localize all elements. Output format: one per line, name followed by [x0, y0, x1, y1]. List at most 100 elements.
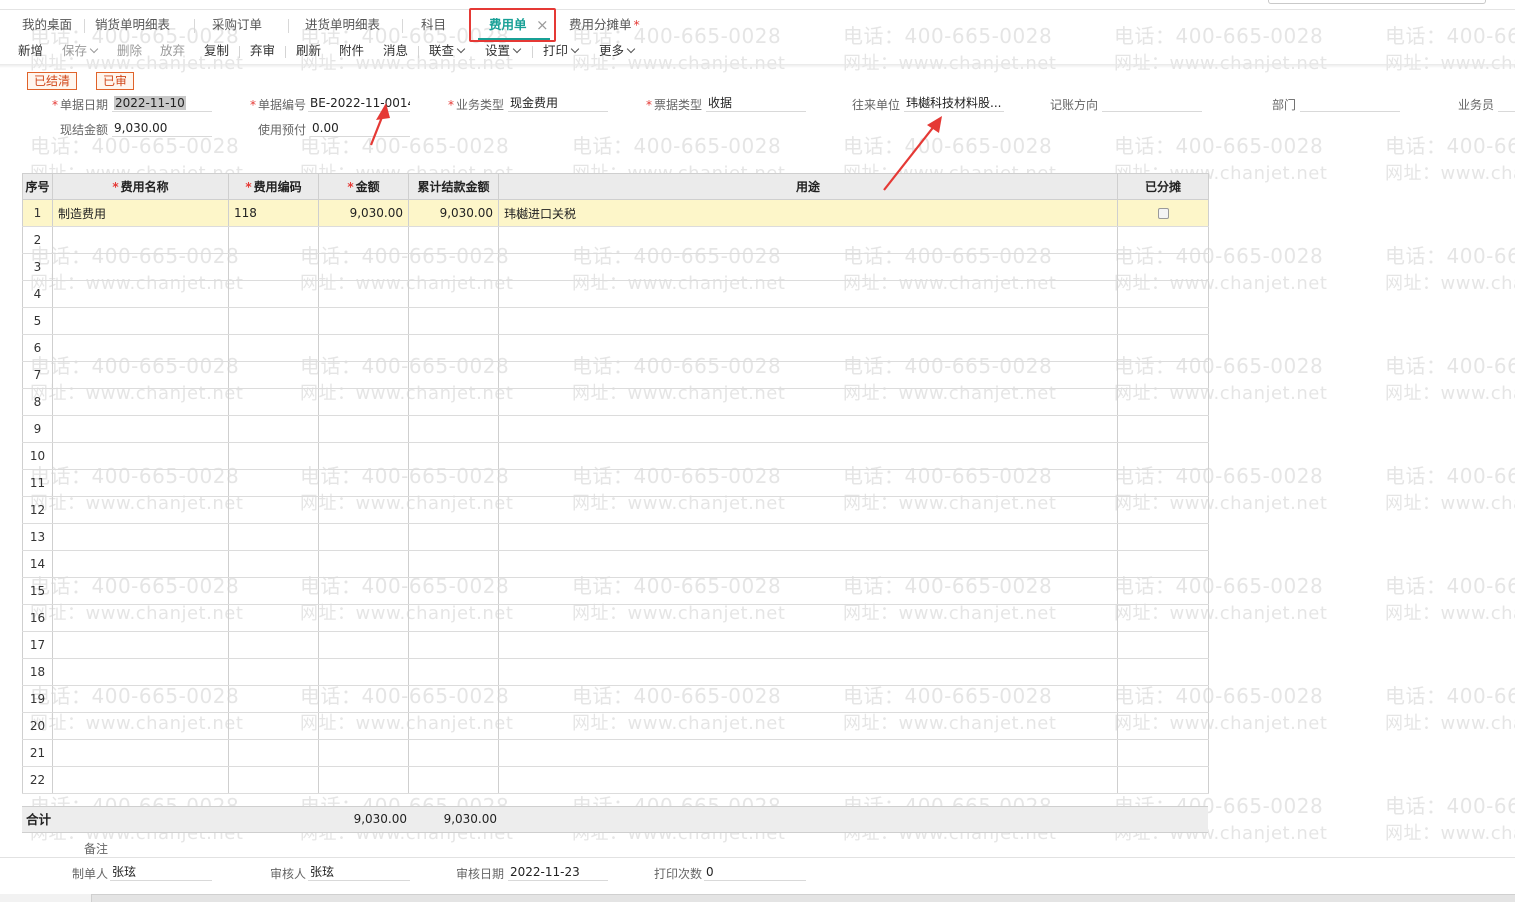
- amount-cell[interactable]: [318, 280, 409, 308]
- expense-name-cell[interactable]: [52, 496, 229, 524]
- settled-amount-cell[interactable]: [408, 388, 499, 416]
- expense-code-cell[interactable]: [228, 712, 319, 740]
- table-row[interactable]: 4: [22, 280, 1209, 308]
- expense-name-cell[interactable]: [52, 469, 229, 497]
- column-header[interactable]: 序号: [22, 173, 53, 200]
- column-header[interactable]: * 费用名称: [52, 173, 229, 200]
- amount-cell[interactable]: [318, 307, 409, 335]
- expense-code-cell[interactable]: [228, 496, 319, 524]
- table-row[interactable]: 3: [22, 253, 1209, 281]
- tab-sales-detail[interactable]: 销货单明细表: [95, 10, 170, 40]
- table-row[interactable]: 9: [22, 415, 1209, 443]
- purpose-cell[interactable]: [498, 658, 1118, 686]
- expense-name-cell[interactable]: [52, 523, 229, 551]
- more-button[interactable]: 更多: [599, 40, 636, 64]
- table-row[interactable]: 8: [22, 388, 1209, 416]
- horizontal-scrollbar[interactable]: [0, 894, 1515, 902]
- purpose-cell[interactable]: [498, 712, 1118, 740]
- purpose-cell[interactable]: [498, 415, 1118, 443]
- expense-name-cell[interactable]: [52, 307, 229, 335]
- expense-code-cell[interactable]: [228, 550, 319, 578]
- expense-name-cell[interactable]: [52, 658, 229, 686]
- expense-name-cell[interactable]: [52, 739, 229, 767]
- amount-cell[interactable]: [318, 739, 409, 767]
- table-row[interactable]: 17: [22, 631, 1209, 659]
- new-button[interactable]: 新增: [18, 40, 43, 64]
- table-row[interactable]: 1 制造费用 118 9,030.00 9,030.00 玮樾进口关税: [22, 199, 1209, 227]
- amount-cell[interactable]: [318, 550, 409, 578]
- expense-code-cell[interactable]: [228, 415, 319, 443]
- table-row[interactable]: 22: [22, 766, 1209, 794]
- refresh-button[interactable]: 刷新: [296, 40, 321, 64]
- table-row[interactable]: 19: [22, 685, 1209, 713]
- expense-name-cell[interactable]: [52, 388, 229, 416]
- settled-amount-cell[interactable]: [408, 226, 499, 254]
- salesperson-field[interactable]: [1498, 94, 1515, 112]
- purpose-cell[interactable]: [498, 334, 1118, 362]
- amount-cell[interactable]: [318, 604, 409, 632]
- amount-cell[interactable]: [318, 361, 409, 389]
- purpose-cell[interactable]: [498, 280, 1118, 308]
- settled-amount-cell[interactable]: [408, 685, 499, 713]
- purpose-cell[interactable]: [498, 496, 1118, 524]
- expense-name-cell[interactable]: [52, 334, 229, 362]
- expense-code-cell[interactable]: [228, 685, 319, 713]
- expense-code-cell[interactable]: 118: [228, 199, 319, 227]
- purpose-cell[interactable]: [498, 739, 1118, 767]
- expense-code-cell[interactable]: [228, 739, 319, 767]
- amount-cell[interactable]: [318, 658, 409, 686]
- expense-code-cell[interactable]: [228, 631, 319, 659]
- copy-button[interactable]: 复制: [204, 40, 229, 64]
- expense-name-cell[interactable]: [52, 226, 229, 254]
- tab-purchase-order[interactable]: 采购订单: [212, 10, 262, 40]
- amount-cell[interactable]: [318, 469, 409, 497]
- column-header[interactable]: 已分摊: [1117, 173, 1209, 200]
- expense-name-cell[interactable]: 制造费用: [52, 199, 229, 227]
- amount-cell[interactable]: [318, 415, 409, 443]
- purpose-cell[interactable]: [498, 469, 1118, 497]
- expense-code-cell[interactable]: [228, 280, 319, 308]
- linked-query-button[interactable]: 联查: [429, 40, 466, 64]
- settled-amount-cell[interactable]: [408, 442, 499, 470]
- settled-amount-cell[interactable]: [408, 307, 499, 335]
- delete-button[interactable]: 删除: [117, 40, 142, 64]
- settings-button[interactable]: 设置: [485, 40, 522, 64]
- expense-name-cell[interactable]: [52, 685, 229, 713]
- settled-amount-cell[interactable]: 9,030.00: [408, 199, 499, 227]
- column-header[interactable]: * 金额: [318, 173, 409, 200]
- column-header[interactable]: 用途: [498, 173, 1118, 200]
- business-type-field[interactable]: 现金费用: [508, 94, 608, 112]
- expense-name-cell[interactable]: [52, 253, 229, 281]
- expense-code-cell[interactable]: [228, 307, 319, 335]
- table-row[interactable]: 11: [22, 469, 1209, 497]
- settled-amount-cell[interactable]: [408, 604, 499, 632]
- purpose-cell[interactable]: [498, 253, 1118, 281]
- use-prepayment-field[interactable]: 0.00: [310, 119, 410, 137]
- expense-code-cell[interactable]: [228, 361, 319, 389]
- settled-amount-cell[interactable]: [408, 280, 499, 308]
- purpose-cell[interactable]: [498, 442, 1118, 470]
- table-row[interactable]: 13: [22, 523, 1209, 551]
- settled-amount-cell[interactable]: [408, 334, 499, 362]
- table-row[interactable]: 14: [22, 550, 1209, 578]
- amount-cell[interactable]: [318, 334, 409, 362]
- print-button[interactable]: 打印: [543, 40, 580, 64]
- purpose-cell[interactable]: [498, 685, 1118, 713]
- invoice-type-field[interactable]: 收据: [706, 94, 806, 112]
- table-row[interactable]: 21: [22, 739, 1209, 767]
- amount-cell[interactable]: [318, 685, 409, 713]
- purpose-cell[interactable]: [498, 577, 1118, 605]
- settled-amount-cell[interactable]: [408, 739, 499, 767]
- expense-code-cell[interactable]: [228, 388, 319, 416]
- table-row[interactable]: 5: [22, 307, 1209, 335]
- expense-code-cell[interactable]: [228, 226, 319, 254]
- amount-cell[interactable]: [318, 388, 409, 416]
- expense-name-cell[interactable]: [52, 361, 229, 389]
- settled-amount-cell[interactable]: [408, 253, 499, 281]
- table-row[interactable]: 16: [22, 604, 1209, 632]
- settled-amount-cell[interactable]: [408, 469, 499, 497]
- save-button[interactable]: 保存: [62, 40, 99, 64]
- cash-settled-field[interactable]: 9,030.00: [112, 119, 212, 137]
- amount-cell[interactable]: [318, 496, 409, 524]
- doc-date-field[interactable]: 2022-11-10: [112, 94, 212, 112]
